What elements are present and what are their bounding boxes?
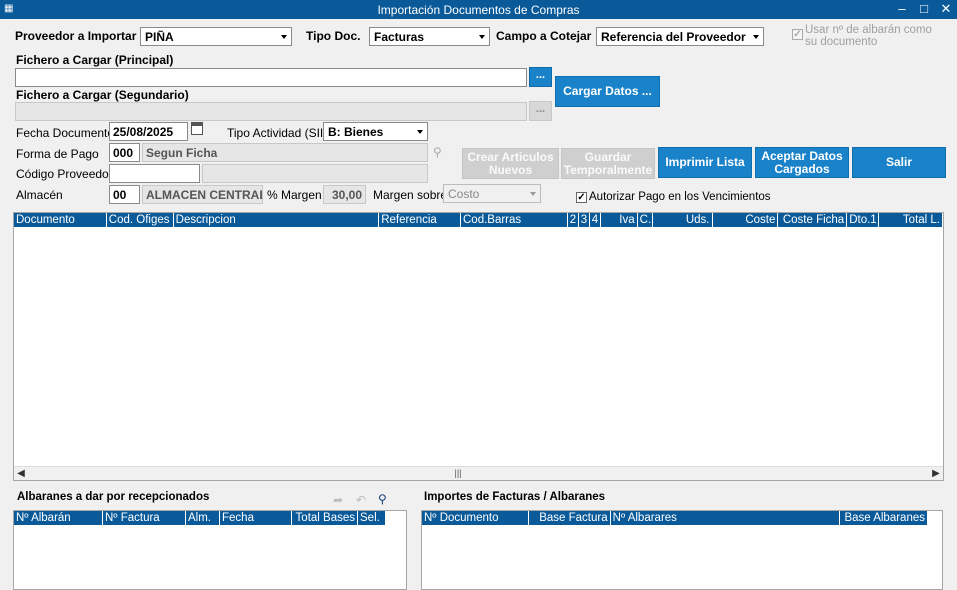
albaranes-grid[interactable]: Nº Albarán Nº Factura Alm. Fecha Total B… [13, 510, 407, 590]
scroll-right-icon[interactable]: ▶ [929, 467, 943, 480]
chevron-down-icon [753, 35, 759, 39]
binoculars-icon[interactable]: ⚲ [378, 493, 394, 506]
campo-select[interactable]: Referencia del Proveedor [596, 27, 764, 46]
albaran-checkbox-label: Usar nº de albarán como su documento [805, 24, 932, 48]
codigo-proveedor-input[interactable] [109, 164, 200, 183]
proveedor-select[interactable]: PIÑA [140, 27, 292, 46]
column-header[interactable]: Referencia [379, 213, 461, 227]
column-header[interactable]: Coste Ficha [778, 213, 848, 227]
crear-articulos-button[interactable]: Crear Articulos Nuevos [462, 148, 559, 179]
tipo-doc-select[interactable]: Facturas [369, 27, 490, 46]
forma-pago-label: Forma de Pago [16, 147, 99, 161]
imprimir-lista-button[interactable]: Imprimir Lista [658, 147, 752, 178]
autorizar-checkbox[interactable]: ✓ [576, 192, 587, 203]
campo-label: Campo a Cotejar [496, 29, 592, 43]
column-header[interactable]: 2 [568, 213, 579, 227]
calendar-icon[interactable] [191, 122, 203, 135]
column-header[interactable]: Fecha [220, 511, 292, 525]
chevron-down-icon [417, 130, 423, 134]
window-title: Importación Documentos de Compras [377, 3, 580, 17]
column-header[interactable]: Iva [601, 213, 638, 227]
column-header[interactable]: Cod. Ofiges [107, 213, 174, 227]
proveedor-label: Proveedor a Importar [15, 29, 137, 43]
chevron-down-icon [479, 35, 485, 39]
column-header[interactable]: Total L. [879, 213, 943, 227]
almacen-desc: ALMACEN CENTRAL [142, 185, 263, 204]
column-header[interactable]: Documento [14, 213, 107, 227]
browse-secundario-button[interactable]: ... [529, 101, 552, 121]
main-grid[interactable]: Documento Cod. Ofiges Descripcion Refere… [13, 212, 944, 481]
column-header[interactable]: Base Albaranes [840, 511, 928, 525]
principal-file-input[interactable] [15, 68, 527, 87]
column-header[interactable]: Dto.1 [847, 213, 880, 227]
main-grid-header: Documento Cod. Ofiges Descripcion Refere… [14, 213, 943, 227]
column-header[interactable]: Base Factura [529, 511, 611, 525]
column-header[interactable]: Uds. [653, 213, 713, 227]
column-header[interactable]: Nº Factura [103, 511, 186, 525]
tipo-doc-label: Tipo Doc. [306, 29, 361, 43]
importes-title: Importes de Facturas / Albaranes [424, 491, 606, 503]
scroll-thumb[interactable]: ||| [446, 469, 470, 478]
column-header[interactable]: Coste [713, 213, 779, 227]
column-header[interactable]: Alm. [186, 511, 220, 525]
importes-grid[interactable]: Nº Documento Base Factura Nº Albarares B… [421, 510, 943, 590]
scroll-left-icon[interactable]: ◀ [14, 467, 28, 480]
forward-arrow-icon[interactable]: ➦ [333, 494, 345, 506]
column-header[interactable]: 4 [590, 213, 601, 227]
almacen-label: Almacén [16, 188, 63, 202]
albaranes-grid-header: Nº Albarán Nº Factura Alm. Fecha Total B… [14, 511, 386, 525]
title-bar: ▦ Importación Documentos de Compras – □ … [0, 0, 957, 19]
codigo-proveedor-label: Código Proveedor [16, 167, 113, 181]
importes-grid-header: Nº Documento Base Factura Nº Albarares B… [422, 511, 928, 525]
albaranes-title: Albaranes a dar por recepcionados [17, 491, 210, 503]
close-icon[interactable]: ✕ [935, 0, 957, 19]
margen-sobre-select[interactable]: Costo [443, 184, 541, 203]
tipo-actividad-select[interactable]: B: Bienes [323, 122, 428, 141]
tipo-actividad-label: Tipo Actividad (SII) [227, 126, 328, 140]
column-header[interactable]: 3 [579, 213, 590, 227]
back-arrow-icon[interactable]: ↶ [356, 494, 368, 506]
secundario-label: Fichero a Cargar (Segundario) [16, 88, 189, 102]
forma-pago-code-input[interactable]: 000 [109, 143, 140, 162]
salir-button[interactable]: Salir [852, 147, 946, 178]
cargar-datos-button[interactable]: Cargar Datos ... [555, 76, 660, 107]
column-header[interactable]: Nº Albarares [611, 511, 841, 525]
fecha-label: Fecha Documentos [16, 126, 121, 140]
albaran-checkbox[interactable]: ✓ [792, 29, 803, 40]
almacen-code-input[interactable]: 00 [109, 185, 140, 204]
aceptar-datos-button[interactable]: Aceptar Datos Cargados [755, 147, 849, 178]
margen-label: % Margen [267, 188, 322, 202]
maximize-icon[interactable]: □ [913, 0, 935, 19]
browse-principal-button[interactable]: ... [529, 67, 552, 87]
guardar-temporalmente-button[interactable]: Guardar Temporalmente [561, 148, 655, 179]
codigo-proveedor-desc [202, 164, 428, 183]
column-header[interactable]: Nº Albarán [14, 511, 103, 525]
column-header[interactable]: Sel. [358, 511, 386, 525]
chevron-down-icon [281, 35, 287, 39]
minimize-icon[interactable]: – [891, 0, 913, 19]
secundario-file-input[interactable] [15, 102, 527, 121]
autorizar-checkbox-label: Autorizar Pago en los Vencimientos [589, 191, 771, 203]
column-header[interactable]: C. [638, 213, 653, 227]
horizontal-scrollbar[interactable]: ◀ ||| ▶ [14, 466, 943, 480]
margen-input[interactable]: 30,00 [323, 185, 366, 204]
principal-label: Fichero a Cargar (Principal) [16, 53, 174, 67]
binoculars-icon[interactable]: ⚲ [433, 145, 449, 159]
fecha-input[interactable]: 25/08/2025 [109, 122, 188, 141]
forma-pago-desc: Segun Ficha [142, 143, 428, 162]
column-header[interactable]: Descripcion [174, 213, 380, 227]
margen-sobre-label: Margen sobre [373, 188, 448, 202]
column-header[interactable]: Nº Documento [422, 511, 529, 525]
column-header[interactable]: Total Bases [292, 511, 358, 525]
column-header[interactable]: Cod.Barras [461, 213, 568, 227]
chevron-down-icon [530, 192, 536, 196]
